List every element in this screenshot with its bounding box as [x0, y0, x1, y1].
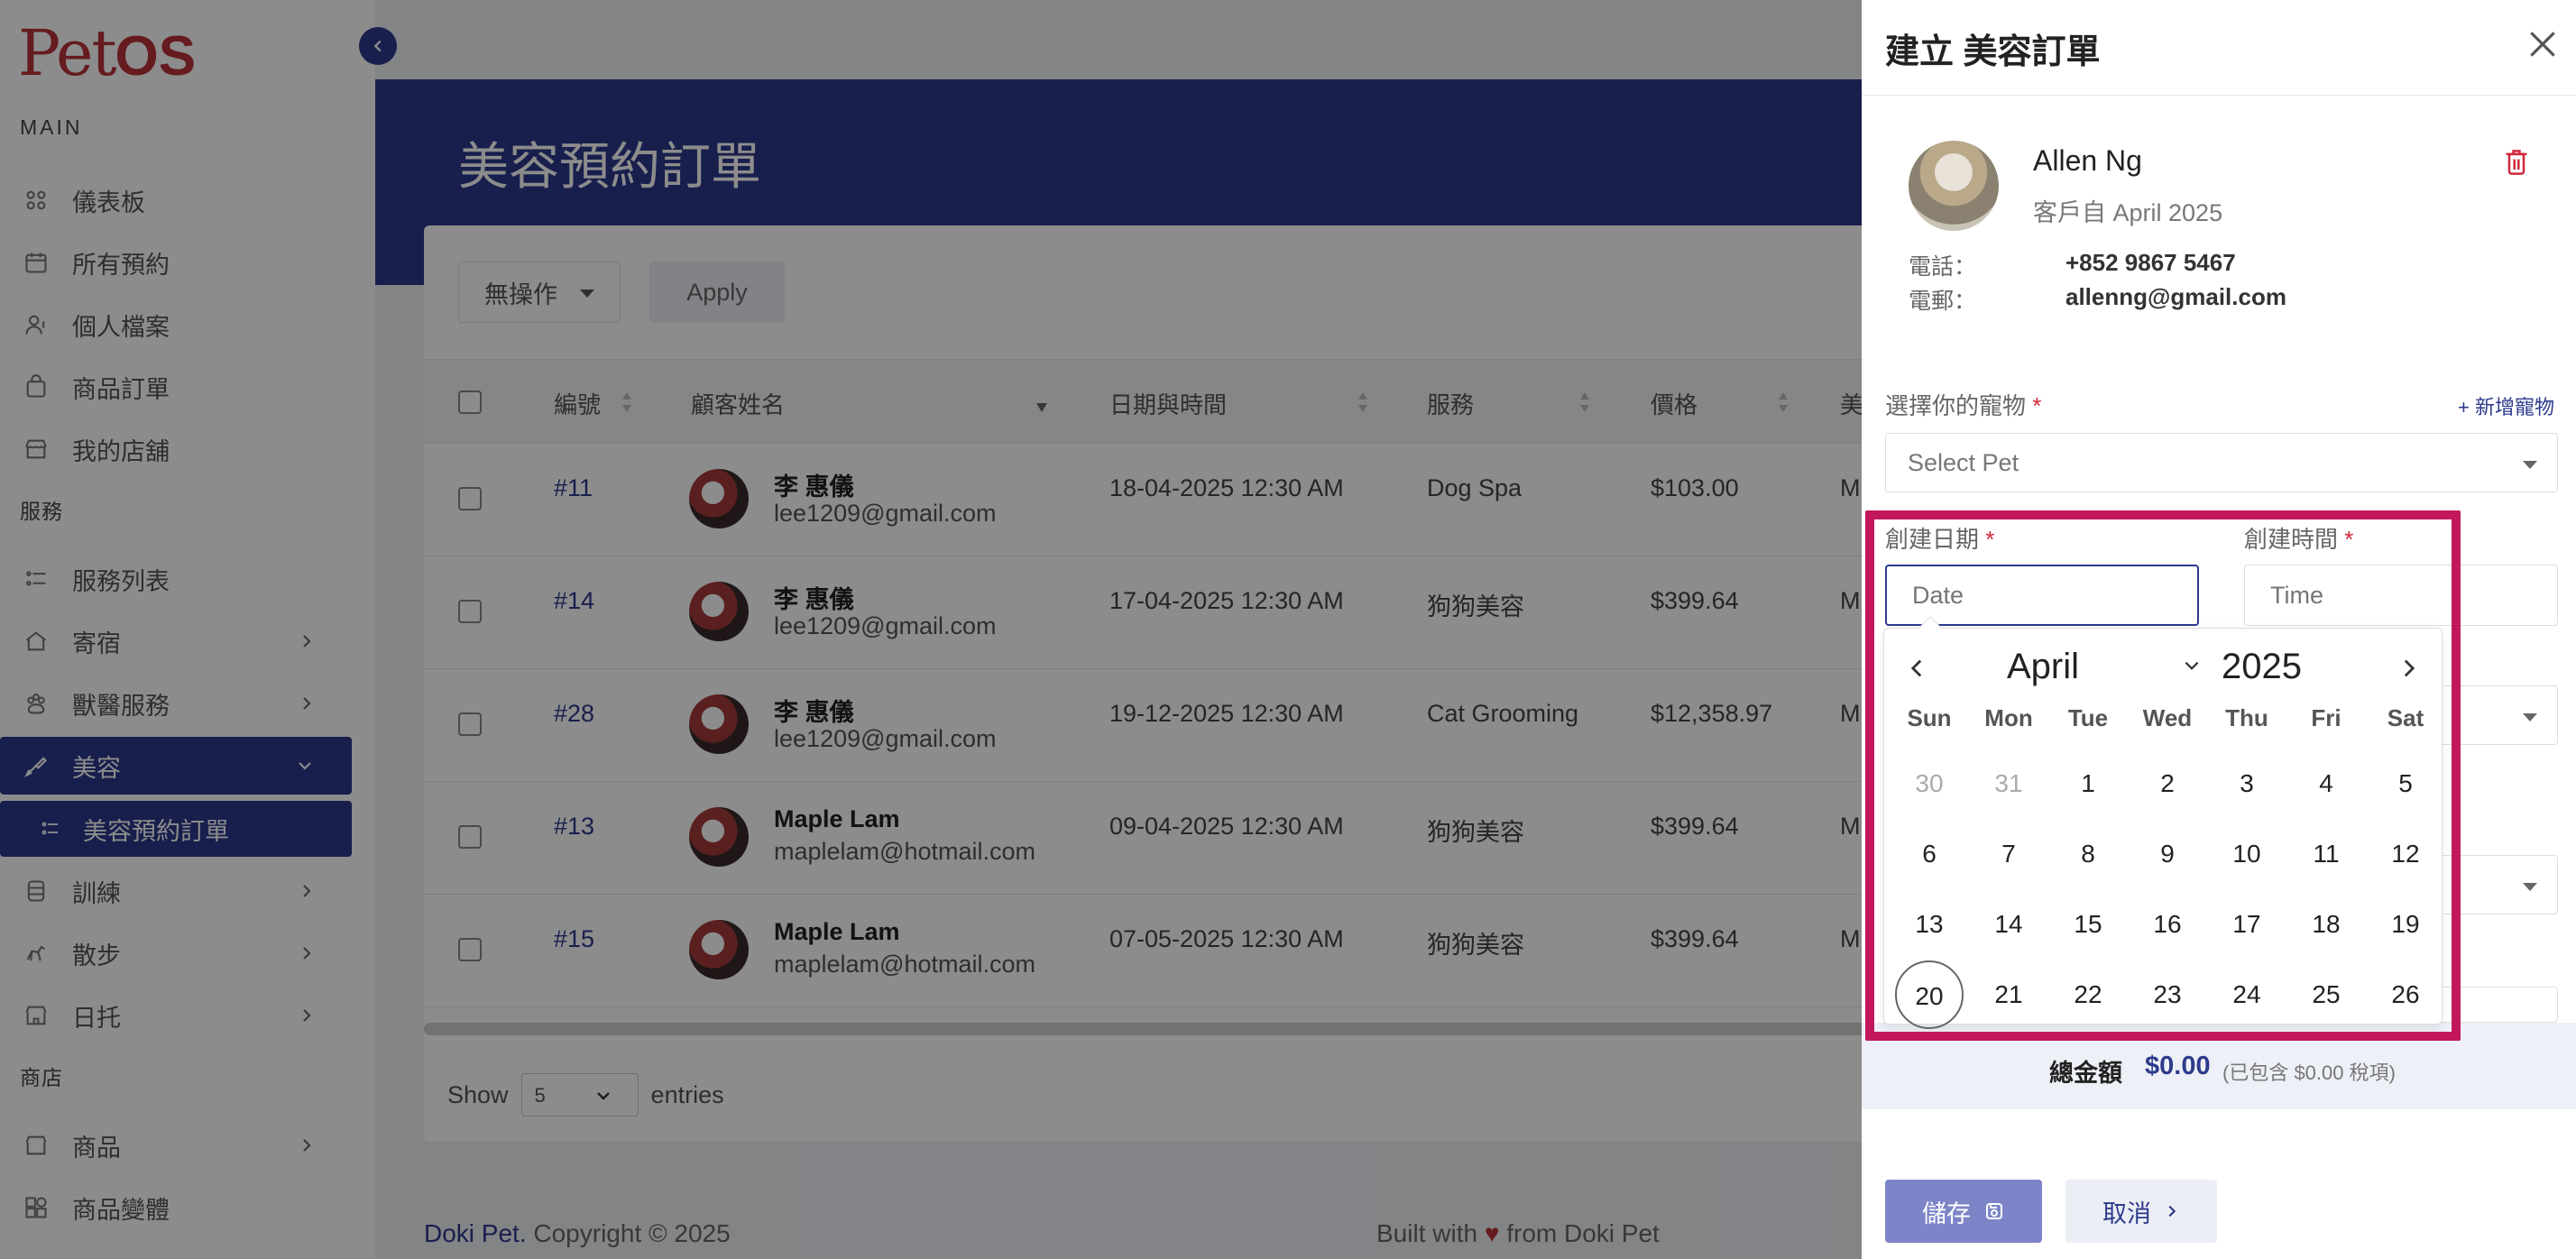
avatar	[1909, 141, 1999, 231]
save-button[interactable]: 儲存	[1885, 1180, 2042, 1243]
total-label: 總金額	[2049, 1060, 2122, 1087]
save-button-label: 儲存	[1922, 1199, 1971, 1227]
cancel-button[interactable]: 取消	[2065, 1180, 2217, 1243]
required-marker: *	[2032, 392, 2042, 419]
modal-backdrop[interactable]	[0, 0, 1862, 1259]
drawer-header: 建立 美容訂單	[1862, 0, 2576, 96]
chevron-right-icon	[2168, 1205, 2176, 1218]
email-label: 電郵：	[1909, 289, 1977, 314]
customer-since: 客戶自 April 2025	[2033, 199, 2223, 226]
email-value: allenng@gmail.com	[2065, 283, 2286, 310]
caret-down-icon	[2523, 713, 2537, 721]
cancel-button-label: 取消	[2102, 1199, 2151, 1227]
highlight-box	[1865, 510, 2461, 1041]
pet-label-text: 選擇你的寵物	[1885, 392, 2027, 419]
close-icon[interactable]	[2525, 27, 2560, 61]
pet-select-placeholder: Select Pet	[1908, 448, 2019, 476]
phone-value: +852 9867 5467	[2065, 249, 2236, 276]
pet-select[interactable]: Select Pet	[1885, 433, 2558, 492]
customer-name: Allen Ng	[2033, 144, 2142, 177]
total-tax-note: (已包含 $0.00 稅項)	[2222, 1061, 2396, 1084]
add-pet-link[interactable]: + 新增寵物	[2458, 391, 2554, 420]
phone-label: 電話：	[1909, 254, 1977, 280]
trash-icon[interactable]	[2504, 148, 2529, 177]
drawer-title: 建立 美容訂單	[1885, 33, 2101, 71]
total-value: $0.00	[2145, 1052, 2211, 1080]
caret-down-icon	[2523, 461, 2537, 469]
pet-field-label: 選擇你的寵物 *	[1885, 388, 2041, 421]
save-icon	[1986, 1203, 2002, 1219]
caret-down-icon	[2523, 883, 2537, 891]
